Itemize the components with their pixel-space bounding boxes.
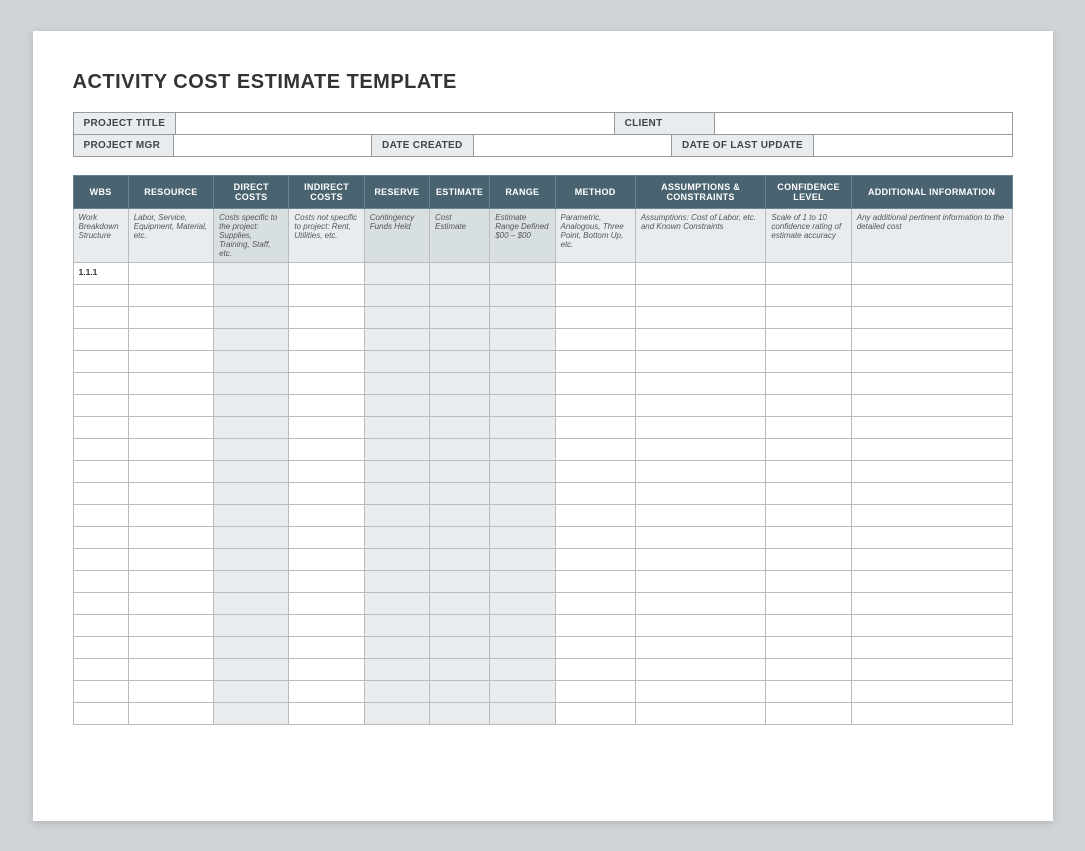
meta-section: PROJECT TITLE CLIENT PROJECT MGR DATE CR… [73, 112, 1013, 157]
table-row [73, 416, 1012, 438]
table-row [73, 460, 1012, 482]
desc-range: Estimate Range Defined $00 – $00 [490, 208, 555, 262]
table-row [73, 284, 1012, 306]
desc-indirect: Costs not specific to project: Rent, Uti… [289, 208, 364, 262]
page-container: ACTIVITY COST ESTIMATE TEMPLATE PROJECT … [33, 31, 1053, 821]
table-row [73, 702, 1012, 724]
desc-method: Parametric, Analogous, Three Point, Bott… [555, 208, 635, 262]
table-row [73, 548, 1012, 570]
range-1[interactable] [490, 262, 555, 284]
project-title-value[interactable] [176, 113, 614, 134]
desc-direct: Costs specific to the project: Supplies,… [214, 208, 289, 262]
table-row [73, 614, 1012, 636]
meta-row-1: PROJECT TITLE CLIENT [74, 113, 1012, 135]
indirect-1[interactable] [289, 262, 364, 284]
col-header-estimate: ESTIMATE [429, 175, 489, 208]
table-row [73, 658, 1012, 680]
desc-confidence: Scale of 1 to 10 confidence rating of es… [766, 208, 851, 262]
method-1[interactable] [555, 262, 635, 284]
date-created-label: DATE CREATED [372, 135, 473, 156]
table-row [73, 592, 1012, 614]
table-row [73, 350, 1012, 372]
desc-wbs: Work Breakdown Structure [73, 208, 128, 262]
direct-1[interactable] [214, 262, 289, 284]
col-header-range: RANGE [490, 175, 555, 208]
page-title: ACTIVITY COST ESTIMATE TEMPLATE [73, 71, 1013, 94]
col-header-resource: RESOURCE [128, 175, 213, 208]
table-row [73, 372, 1012, 394]
additional-1[interactable] [851, 262, 1012, 284]
client-label: CLIENT [615, 113, 715, 134]
table-row [73, 438, 1012, 460]
desc-resource: Labor, Service, Equipment, Material, etc… [128, 208, 213, 262]
table-row [73, 570, 1012, 592]
resource-1[interactable] [128, 262, 213, 284]
table-row [73, 680, 1012, 702]
desc-assumptions: Assumptions: Cost of Labor, etc. and Kno… [635, 208, 766, 262]
project-mgr-label: PROJECT MGR [74, 135, 174, 156]
col-header-indirect: INDIRECT COSTS [289, 175, 364, 208]
table-row [73, 482, 1012, 504]
description-row: Work Breakdown Structure Labor, Service,… [73, 208, 1012, 262]
assumptions-1[interactable] [635, 262, 766, 284]
col-header-assumptions: ASSUMPTIONS & CONSTRAINTS [635, 175, 766, 208]
reserve-1[interactable] [364, 262, 429, 284]
col-header-wbs: WBS [73, 175, 128, 208]
desc-additional: Any additional pertinent information to … [851, 208, 1012, 262]
estimate-1[interactable] [429, 262, 489, 284]
table-row [73, 636, 1012, 658]
col-header-direct: DIRECT COSTS [214, 175, 289, 208]
table-row-1: 1.1.1 [73, 262, 1012, 284]
cost-estimate-table: WBS RESOURCE DIRECT COSTS INDIRECT COSTS… [73, 175, 1013, 725]
col-header-method: METHOD [555, 175, 635, 208]
col-header-additional: ADDITIONAL INFORMATION [851, 175, 1012, 208]
table-header-row: WBS RESOURCE DIRECT COSTS INDIRECT COSTS… [73, 175, 1012, 208]
table-row [73, 328, 1012, 350]
date-created-value[interactable] [474, 135, 673, 156]
client-value[interactable] [715, 113, 1012, 134]
confidence-1[interactable] [766, 262, 851, 284]
project-mgr-value[interactable] [174, 135, 373, 156]
date-last-update-label: DATE OF LAST UPDATE [672, 135, 814, 156]
table-row [73, 504, 1012, 526]
table-row [73, 526, 1012, 548]
project-title-label: PROJECT TITLE [74, 113, 177, 134]
desc-estimate: Cost Estimate [429, 208, 489, 262]
table-row [73, 394, 1012, 416]
col-header-confidence: CONFIDENCE LEVEL [766, 175, 851, 208]
desc-reserve: Contingency Funds Held [364, 208, 429, 262]
wbs-1[interactable]: 1.1.1 [73, 262, 128, 284]
table-row [73, 306, 1012, 328]
col-header-reserve: RESERVE [364, 175, 429, 208]
meta-row-2: PROJECT MGR DATE CREATED DATE OF LAST UP… [74, 135, 1012, 156]
date-last-update-value[interactable] [814, 135, 1012, 156]
